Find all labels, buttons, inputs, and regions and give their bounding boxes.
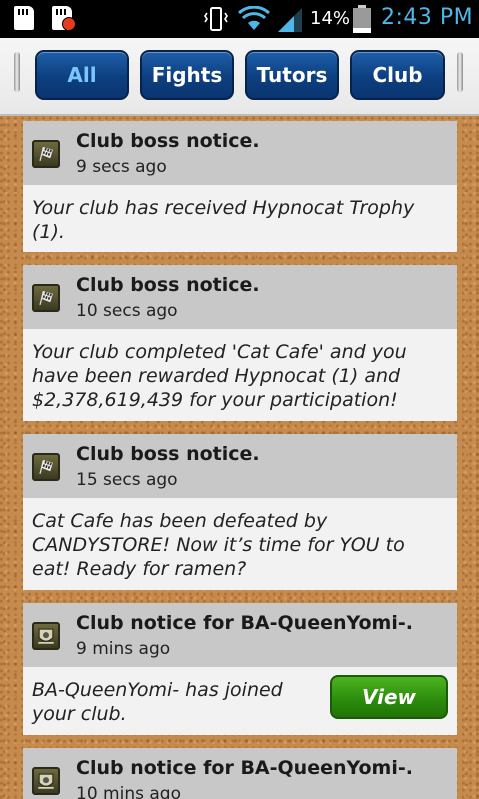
tab-tutors[interactable]: Tutors — [245, 50, 339, 100]
tab-all[interactable]: All — [35, 50, 129, 100]
notice-title: Club boss notice. — [76, 130, 260, 152]
notice-time: 9 mins ago — [76, 639, 171, 659]
club-crest-icon — [32, 622, 60, 650]
notice-header: Club notice for BA-QueenYomi-. 9 mins ag… — [23, 603, 457, 667]
notice-header: Club notice for BA-QueenYomi-. 10 mins a… — [23, 748, 457, 799]
notice-card[interactable]: Club boss notice. 15 secs ago Cat Cafe h… — [23, 434, 457, 590]
clock: 2:43 PM — [381, 5, 474, 30]
notice-body: Your club completed 'Cat Cafe' and you h… — [32, 341, 407, 411]
notice-card[interactable]: Club notice for BA-QueenYomi-. 10 mins a… — [23, 748, 457, 799]
warning-badge-icon — [62, 17, 76, 31]
notice-time: 15 secs ago — [76, 470, 178, 490]
notice-time: 10 secs ago — [76, 301, 178, 321]
battery-percent: 14% — [310, 8, 351, 29]
notice-board[interactable]: Club boss notice. 9 secs ago Your club h… — [0, 116, 479, 799]
status-bar: 14% 2:43 PM — [0, 0, 479, 38]
notice-card[interactable]: Club boss notice. 9 secs ago Your club h… — [23, 121, 457, 252]
pin-icon — [457, 52, 463, 92]
tab-club[interactable]: Club — [350, 50, 445, 100]
notice-body: BA-QueenYomi- has joined your club. View — [23, 667, 457, 738]
notice-time: 10 mins ago — [76, 784, 181, 799]
wifi-icon — [238, 6, 270, 30]
view-button[interactable]: View — [330, 675, 448, 719]
notice-title: Club boss notice. — [76, 274, 260, 296]
checkered-flag-icon — [32, 284, 60, 312]
notice-time: 9 secs ago — [76, 157, 167, 177]
vibrate-icon — [204, 7, 228, 31]
notice-title: Club boss notice. — [76, 443, 260, 465]
notice-title: Club notice for BA-QueenYomi-. — [76, 757, 413, 779]
checkered-flag-icon — [32, 140, 60, 168]
signal-icon — [278, 8, 302, 32]
club-crest-icon — [32, 767, 60, 795]
tab-fights[interactable]: Fights — [140, 50, 234, 100]
notice-body: Cat Cafe has been defeated by CANDYSTORE… — [32, 510, 405, 580]
notice-header: Club boss notice. 10 secs ago — [23, 265, 457, 329]
checkered-flag-icon — [32, 453, 60, 481]
notice-body-text: BA-QueenYomi- has joined your club. — [32, 679, 283, 725]
notice-header: Club boss notice. 15 secs ago — [23, 434, 457, 498]
pin-icon — [14, 52, 20, 92]
sd-card-icon — [14, 6, 34, 30]
notice-body: Your club has received Hypnocat Trophy (… — [32, 197, 415, 243]
notice-title: Club notice for BA-QueenYomi-. — [76, 612, 413, 634]
battery-icon — [353, 5, 371, 33]
tab-bar: All Fights Tutors Club — [0, 38, 479, 116]
notice-header: Club boss notice. 9 secs ago — [23, 121, 457, 185]
notice-card[interactable]: Club boss notice. 10 secs ago Your club … — [23, 265, 457, 421]
notice-card[interactable]: Club notice for BA-QueenYomi-. 9 mins ag… — [23, 603, 457, 735]
